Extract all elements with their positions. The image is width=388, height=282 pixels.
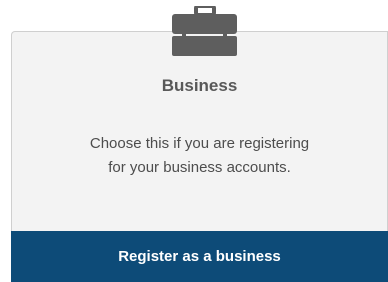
briefcase-icon [172,4,237,56]
description-line-2: for your business accounts. [108,159,291,176]
card-title: Business [161,76,238,95]
description-line-1: Choose this if you are registering [89,135,310,152]
register-as-business-button[interactable]: Register as a business [11,231,388,282]
card-description: Choose this if you are registering for y… [11,132,388,180]
